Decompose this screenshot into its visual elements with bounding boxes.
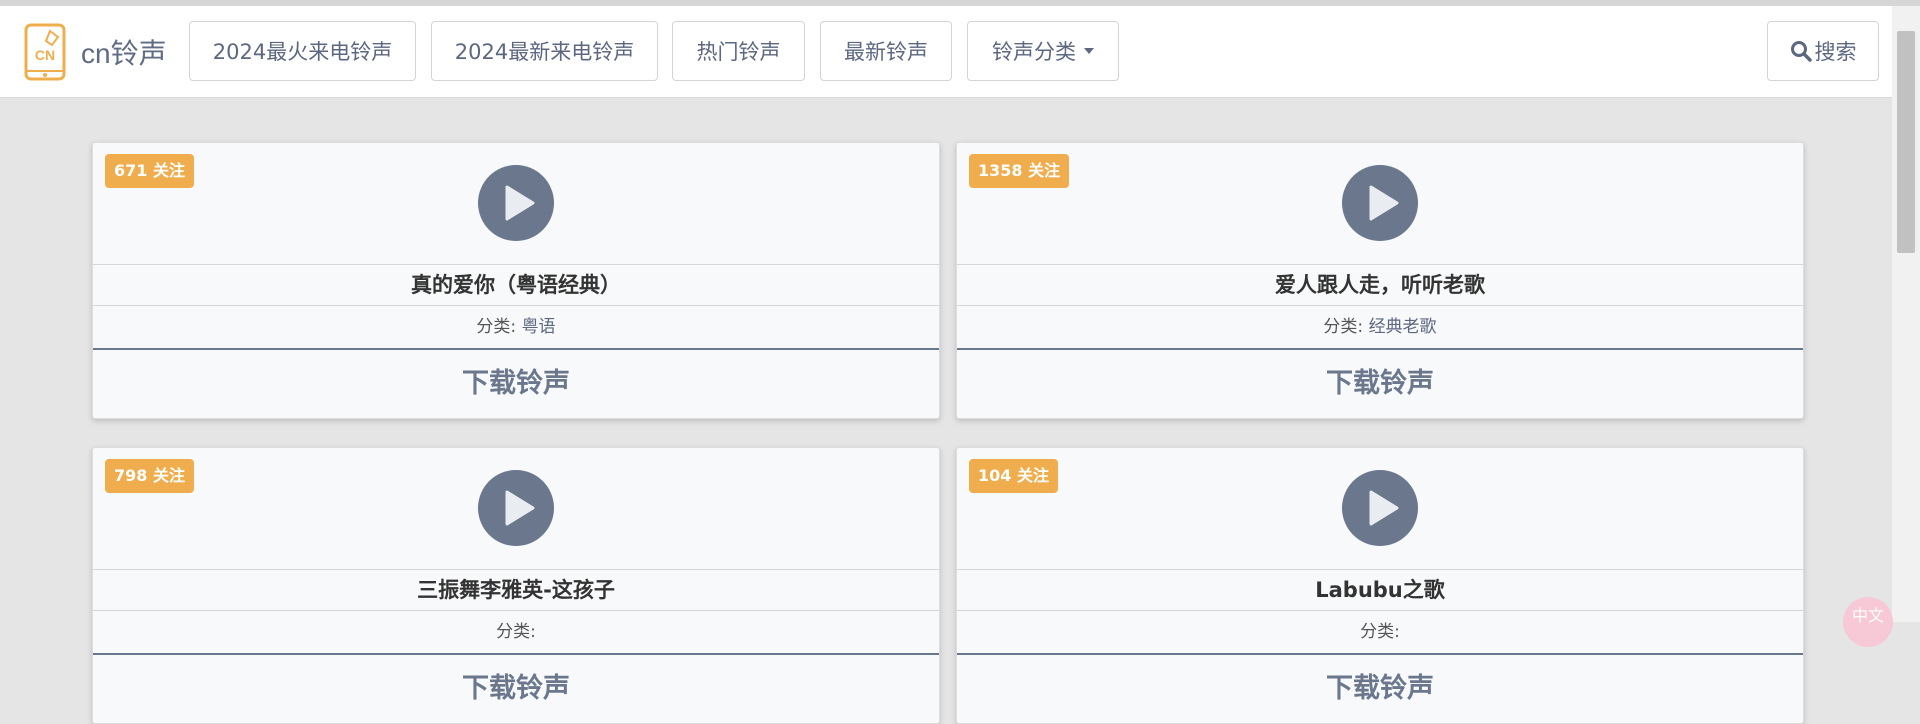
nav-hot-ringtones-2024[interactable]: 2024最火来电铃声 [189,21,416,81]
brand-name: cn铃声 [81,38,167,69]
caret-down-icon [1084,48,1094,54]
nav-categories-dropdown[interactable]: 铃声分类 [967,21,1119,81]
ringtone-card: 1358 关注 爱人跟人走，听听老歌 分类: 经典老歌 下载铃声 [956,142,1804,419]
nav-label: 铃声分类 [992,40,1076,64]
scrollbar-thumb[interactable] [1897,31,1915,253]
song-title[interactable]: 爱人跟人走，听听老歌 [957,265,1803,306]
nav-latest[interactable]: 最新铃声 [820,21,952,81]
nav-new-ringtones-2024[interactable]: 2024最新来电铃声 [431,21,658,81]
card-player-area: 104 关注 [957,448,1803,570]
language-float-button[interactable]: 中文 [1843,597,1893,647]
play-icon[interactable] [478,165,554,241]
page-scrollbar[interactable] [1892,6,1920,622]
follow-count-badge: 798 关注 [105,459,194,493]
navbar: CN cn铃声 2024最火来电铃声 2024最新来电铃声 热门铃声 最新铃声 … [0,6,1892,98]
nav-label: 2024最火来电铃声 [212,40,393,64]
ringtone-card: 671 关注 真的爱你（粤语经典） 分类: 粤语 下载铃声 [92,142,940,419]
song-title[interactable]: 真的爱你（粤语经典） [93,265,939,306]
category-label: 分类: [1323,317,1364,337]
song-category-row: 分类: 粤语 [93,306,939,350]
category-label: 分类: [496,622,536,642]
song-title[interactable]: Labubu之歌 [957,570,1803,611]
nav-label: 最新铃声 [844,40,928,64]
brand-link[interactable]: CN cn铃声 [24,22,167,82]
logo-text: CN [35,47,55,63]
card-player-area: 1358 关注 [957,143,1803,265]
search-icon [1790,41,1812,62]
category-label: 分类: [1360,622,1400,642]
nav-popular[interactable]: 热门铃声 [672,21,805,81]
search-label: 搜索 [1814,40,1857,64]
nav-label: 热门铃声 [696,40,781,64]
card-player-area: 798 关注 [93,448,939,570]
play-icon[interactable] [478,470,554,546]
follow-count-badge: 1358 关注 [969,154,1070,188]
song-category-row: 分类: 经典老歌 [957,306,1803,350]
play-icon[interactable] [1342,470,1418,546]
song-category-row: 分类: [957,611,1803,655]
download-button[interactable]: 下载铃声 [957,350,1803,418]
song-title[interactable]: 三振舞李雅英-这孩子 [93,570,939,611]
card-player-area: 671 关注 [93,143,939,265]
play-icon[interactable] [1342,165,1418,241]
download-button[interactable]: 下载铃声 [93,655,939,723]
category-label: 分类: [476,317,517,337]
song-category-row: 分类: [93,611,939,655]
nav-label: 2024最新来电铃声 [454,40,635,64]
search-button[interactable]: 搜索 [1767,21,1879,81]
category-link[interactable]: 经典老歌 [1369,317,1437,337]
ringtone-card: 798 关注 三振舞李雅英-这孩子 分类: 下载铃声 [92,447,940,724]
follow-count-badge: 104 关注 [969,459,1058,493]
category-link[interactable]: 粤语 [522,317,556,337]
ringtone-card: 104 关注 Labubu之歌 分类: 下载铃声 [956,447,1804,724]
download-button[interactable]: 下载铃声 [957,655,1803,723]
download-button[interactable]: 下载铃声 [93,350,939,418]
follow-count-badge: 671 关注 [105,154,194,188]
phone-logo-icon: CN [24,23,66,81]
